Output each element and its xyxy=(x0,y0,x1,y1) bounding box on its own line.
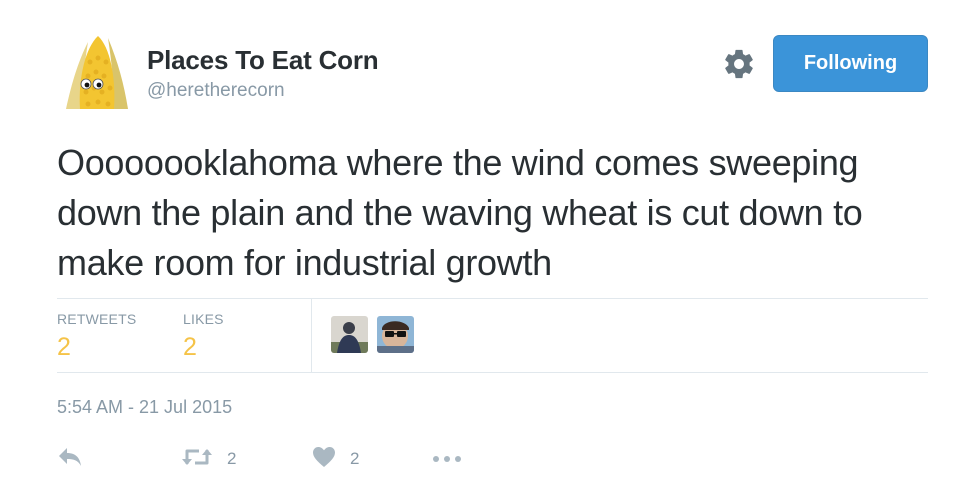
user-handle[interactable]: @heretherecorn xyxy=(147,80,285,102)
retweet-icon xyxy=(181,446,213,473)
like-button[interactable]: 2 xyxy=(312,444,359,474)
corn-avatar-image xyxy=(58,32,135,109)
more-icon xyxy=(432,450,462,468)
likes-label: LIKES xyxy=(183,311,224,327)
stats-bottom-divider xyxy=(57,372,928,373)
retweets-stat[interactable]: RETWEETS 2 xyxy=(57,311,136,362)
likes-count: 2 xyxy=(183,333,197,361)
stats-top-divider xyxy=(57,298,928,299)
likes-stat[interactable]: LIKES 2 xyxy=(183,311,224,362)
reply-button[interactable] xyxy=(57,444,83,474)
retweet-count: 2 xyxy=(227,449,237,468)
retweets-count: 2 xyxy=(57,333,71,361)
retweet-button[interactable]: 2 xyxy=(181,444,236,474)
tweet-timestamp[interactable]: 5:54 AM - 21 Jul 2015 xyxy=(57,397,232,418)
liker-avatar[interactable] xyxy=(377,316,414,353)
tweet-card: Places To Eat Corn @heretherecorn Follow… xyxy=(0,0,980,503)
gear-icon[interactable] xyxy=(722,47,756,81)
liker-avatar[interactable] xyxy=(331,316,368,353)
like-count: 2 xyxy=(350,449,360,468)
tweet-text: Oooooooklahoma where the wind comes swee… xyxy=(57,142,863,283)
heart-icon xyxy=(312,446,336,473)
stats-vertical-divider xyxy=(311,299,312,372)
user-display-name[interactable]: Places To Eat Corn xyxy=(147,45,379,76)
retweets-label: RETWEETS xyxy=(57,311,137,327)
liker-avatars xyxy=(331,316,414,353)
reply-icon xyxy=(57,446,83,473)
user-avatar[interactable] xyxy=(58,32,135,109)
more-options-button[interactable] xyxy=(432,444,462,474)
following-button[interactable]: Following xyxy=(773,35,928,92)
